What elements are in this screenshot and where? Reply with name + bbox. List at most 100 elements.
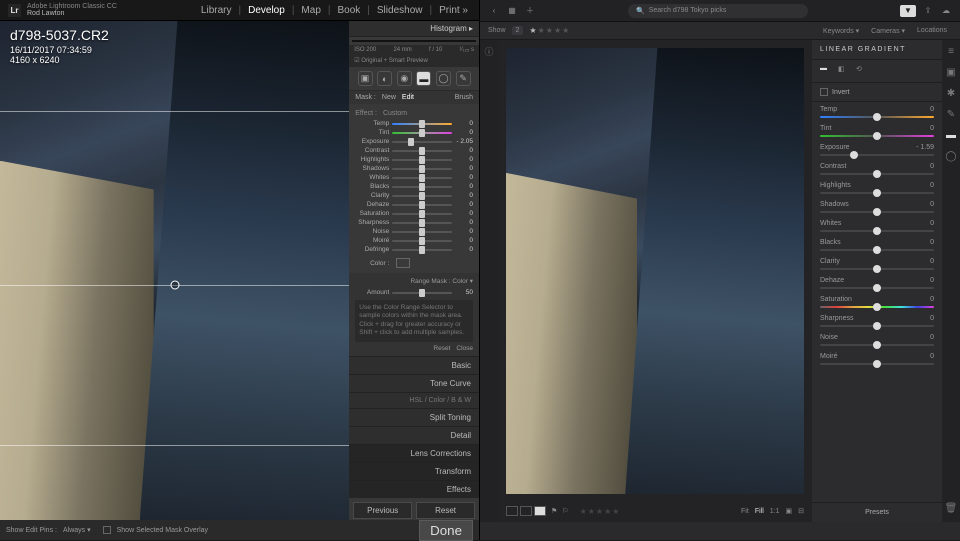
zoom-1to1-button[interactable]: 1:1: [770, 508, 780, 515]
range-close-button[interactable]: Close: [456, 345, 473, 352]
cc-slider-saturation[interactable]: [820, 306, 934, 308]
module-map[interactable]: Map: [298, 5, 323, 16]
slider-shadows[interactable]: [392, 168, 452, 170]
detail-view-icon[interactable]: [534, 506, 546, 516]
cc-slider-noise[interactable]: [820, 344, 934, 346]
filter-icon[interactable]: ▼: [900, 5, 916, 17]
star-icon[interactable]: ★: [538, 26, 545, 35]
my-photos-icon[interactable]: ▦: [506, 5, 518, 17]
gradient-edge-bottom[interactable]: [0, 445, 349, 446]
panel-section-splittoning[interactable]: Split Toning: [349, 408, 479, 426]
panel-section-hslcolorbw[interactable]: HSL / Color / B & W: [349, 392, 479, 408]
done-button[interactable]: Done: [419, 520, 473, 541]
cc-slider-whites[interactable]: [820, 230, 934, 232]
slider-clarity[interactable]: [392, 195, 452, 197]
heal-icon[interactable]: ✱: [946, 88, 957, 99]
flag-reject-icon[interactable]: ⚐: [562, 507, 568, 515]
panel-section-tonecurve[interactable]: Tone Curve: [349, 374, 479, 392]
slider-sharpness[interactable]: [392, 222, 452, 224]
edit-sliders-icon[interactable]: ≡: [946, 46, 957, 57]
module-slideshow[interactable]: Slideshow: [374, 5, 426, 16]
linear-gradient-icon[interactable]: ▬: [820, 65, 832, 77]
back-icon[interactable]: ‹: [488, 5, 500, 17]
filter-keywords[interactable]: Keywords ▾: [818, 25, 864, 37]
panel-section-transform[interactable]: Transform: [349, 462, 479, 480]
fit-button[interactable]: Fit: [741, 508, 749, 515]
slider-exposure[interactable]: [392, 141, 452, 143]
show-count[interactable]: 2: [512, 26, 524, 35]
graduated-filter-icon[interactable]: ▬: [416, 71, 431, 86]
histogram-header[interactable]: Histogram ▸: [349, 21, 479, 37]
slider-whites[interactable]: [392, 177, 452, 179]
cc-slider-temp[interactable]: [820, 116, 934, 118]
gradient-pin[interactable]: [170, 281, 179, 290]
radial-filter-icon[interactable]: ◯: [436, 71, 451, 86]
effect-preset[interactable]: Custom: [383, 110, 407, 117]
module-develop[interactable]: Develop: [245, 5, 288, 16]
brush-icon[interactable]: ✎: [946, 109, 957, 120]
cc-slider-highlights[interactable]: [820, 192, 934, 194]
fill-button[interactable]: Fill: [755, 508, 764, 515]
crop-tool-icon[interactable]: ▣: [358, 71, 373, 86]
panel-section-detail[interactable]: Detail: [349, 426, 479, 444]
cc-slider-clarity[interactable]: [820, 268, 934, 270]
star-icon[interactable]: ★: [529, 26, 536, 35]
slider-noise[interactable]: [392, 231, 452, 233]
add-photos-icon[interactable]: ＋: [524, 5, 536, 17]
mask-brush[interactable]: Brush: [455, 94, 473, 101]
filter-locations[interactable]: Locations: [912, 25, 952, 37]
flag-pick-icon[interactable]: ⚑: [551, 507, 557, 515]
slider-highlights[interactable]: [392, 159, 452, 161]
original-toggle-icon[interactable]: ▣: [786, 507, 793, 515]
panel-section-basic[interactable]: Basic: [349, 356, 479, 374]
gradient-edge-top[interactable]: [0, 111, 349, 112]
rating-stars[interactable]: ★★★★★: [580, 507, 620, 516]
slider-saturation[interactable]: [392, 213, 452, 215]
histogram[interactable]: [352, 40, 476, 42]
overlay-checkbox[interactable]: [103, 526, 111, 534]
cc-slider-exposure[interactable]: [820, 154, 934, 156]
amount-slider[interactable]: [392, 292, 452, 294]
cc-slider-contrast[interactable]: [820, 173, 934, 175]
develop-canvas[interactable]: d798-5037.CR2 16/11/2017 07:34:59 4160 x…: [0, 21, 349, 520]
invert-checkbox[interactable]: [820, 88, 828, 96]
invert-row[interactable]: Invert: [812, 83, 942, 102]
presets-button[interactable]: Presets: [812, 502, 942, 522]
module-print[interactable]: Print »: [436, 5, 471, 16]
cloud-sync-icon[interactable]: ☁: [940, 5, 952, 17]
panel-section-effects[interactable]: Effects: [349, 480, 479, 498]
reset-gradient-icon[interactable]: ⟲: [856, 65, 868, 77]
previous-button[interactable]: Previous: [353, 502, 412, 519]
cc-slider-sharpness[interactable]: [820, 325, 934, 327]
square-grid-icon[interactable]: [520, 506, 532, 516]
module-library[interactable]: Library: [198, 5, 235, 16]
cc-slider-moiré[interactable]: [820, 363, 934, 365]
cc-slider-blacks[interactable]: [820, 249, 934, 251]
redeye-tool-icon[interactable]: ◉: [397, 71, 412, 86]
crop-icon[interactable]: ▣: [946, 67, 957, 78]
slider-tint[interactable]: [392, 132, 452, 134]
info-icon[interactable]: ⓘ: [484, 46, 495, 57]
mask-edit[interactable]: Edit: [402, 94, 414, 101]
slider-dehaze[interactable]: [392, 204, 452, 206]
star-icon[interactable]: ★: [562, 26, 569, 35]
color-swatch[interactable]: [396, 258, 410, 268]
radial-gradient-icon[interactable]: ◯: [946, 151, 957, 162]
filter-cameras[interactable]: Cameras ▾: [866, 25, 910, 37]
share-icon[interactable]: ⇪: [922, 5, 934, 17]
cc-slider-dehaze[interactable]: [820, 287, 934, 289]
linear-gradient-tool-icon[interactable]: ▬: [946, 130, 957, 141]
filmstrip-toggle-icon[interactable]: ⊟: [798, 507, 804, 515]
eraser-icon[interactable]: ◧: [838, 65, 850, 77]
cc-slider-shadows[interactable]: [820, 211, 934, 213]
range-reset-button[interactable]: Reset: [433, 345, 450, 352]
show-pins-dropdown[interactable]: Always ▾: [63, 526, 91, 534]
range-mask-type[interactable]: Color ▾: [452, 278, 473, 285]
slider-defringe[interactable]: [392, 249, 452, 251]
cc-canvas[interactable]: ⚑ ⚐ ★★★★★ Fit Fill 1:1 ▣ ⊟: [498, 40, 812, 522]
star-icon[interactable]: ★: [554, 26, 561, 35]
grid-view-icon[interactable]: [506, 506, 518, 516]
brush-tool-icon[interactable]: ✎: [456, 71, 471, 86]
spot-tool-icon[interactable]: ◐: [377, 71, 392, 86]
mask-new[interactable]: New: [382, 94, 396, 101]
